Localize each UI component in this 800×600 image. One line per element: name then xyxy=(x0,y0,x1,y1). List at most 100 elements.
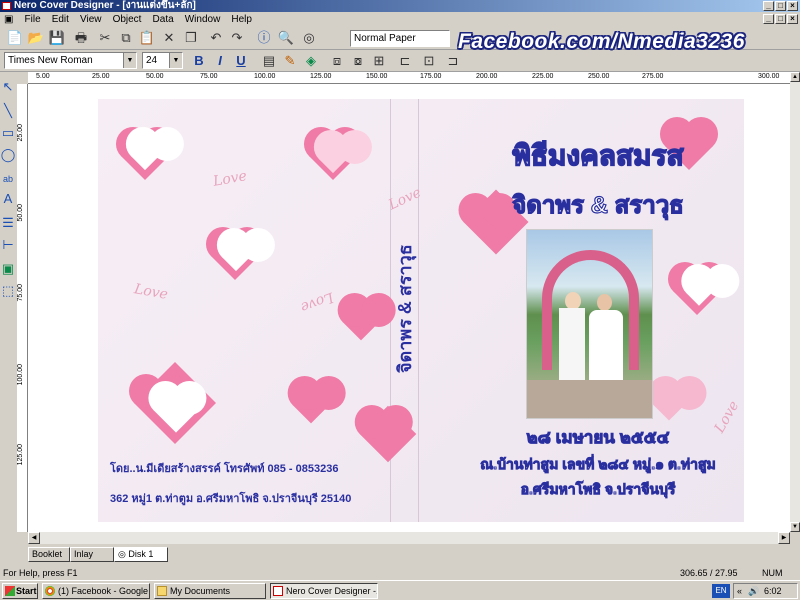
frame-tool-icon[interactable]: ⬚ xyxy=(0,282,16,300)
credit-line-1[interactable]: โดย..น.มีเดียสร้างสรรค์ โทรศัพท์ 085 - 0… xyxy=(110,459,390,477)
tab-label: Inlay xyxy=(74,549,94,559)
start-label: Start xyxy=(16,586,37,596)
chevron-down-icon[interactable]: ▼ xyxy=(123,53,136,68)
minimize-button[interactable]: _ xyxy=(763,1,774,11)
ruler-label: 250.00 xyxy=(588,73,610,80)
doc-close-button[interactable]: × xyxy=(787,14,798,24)
start-button[interactable]: Start xyxy=(2,583,38,599)
italic-button[interactable]: I xyxy=(211,52,229,70)
close-button[interactable]: × xyxy=(787,1,798,11)
windows-logo-icon xyxy=(5,586,15,596)
scroll-left-icon[interactable]: ◀ xyxy=(28,532,40,544)
open-icon[interactable]: 📂 xyxy=(27,29,45,47)
tab-disk-1[interactable]: ◎ Disk 1 xyxy=(114,547,168,562)
doc-icon[interactable]: ▣ xyxy=(0,13,17,27)
list-tool-icon[interactable]: ☰ xyxy=(0,214,16,232)
size-select[interactable]: 24 ▼ xyxy=(142,52,183,69)
ruler-label: 150.00 xyxy=(366,73,388,80)
wedding-address-2[interactable]: อ.ศรีมหาโพธิ จ.ปราจีนบุรี xyxy=(458,479,738,501)
menu-help[interactable]: Help xyxy=(227,13,256,27)
duplicate-icon[interactable]: ❐ xyxy=(182,29,200,47)
status-help: For Help, press F1 xyxy=(3,568,78,578)
wedding-address-1[interactable]: ณ.บ้านท่าสูม เลขที่ ๒๘๔ หมู่.๑ ต.ท่าสูม xyxy=(448,454,748,476)
speaker-icon[interactable]: 🔊 xyxy=(748,584,759,598)
scroll-down-icon[interactable]: ▼ xyxy=(790,522,800,532)
task-label: Nero Cover Designer -... xyxy=(286,586,378,596)
scroll-up-icon[interactable]: ▲ xyxy=(790,72,800,82)
status-bar: For Help, press F1 306.65 / 27.95 NUM xyxy=(0,566,800,580)
select-arrow-icon[interactable]: ↖ xyxy=(0,78,16,96)
task-facebook[interactable]: (1) Facebook - Google C... xyxy=(42,583,150,599)
copy-icon[interactable]: ⧉ xyxy=(117,29,135,47)
paste-icon[interactable]: 📋 xyxy=(138,29,156,47)
underline-button[interactable]: U xyxy=(232,52,250,70)
title-bar: Nero Cover Designer - [งานแต่งขึ้น+ลัก] … xyxy=(0,0,800,12)
save-icon[interactable]: 💾 xyxy=(48,29,66,47)
print-icon[interactable]: 🖶 xyxy=(72,29,90,47)
help-icon[interactable]: 🔍 xyxy=(277,29,295,47)
cut-icon[interactable]: ✂ xyxy=(96,29,114,47)
pencil-icon[interactable]: ✎ xyxy=(281,52,299,70)
chevron-down-icon[interactable]: ▼ xyxy=(169,53,182,68)
ellipse-tool-icon[interactable]: ◯ xyxy=(0,146,16,164)
task-my-documents[interactable]: My Documents xyxy=(154,583,266,599)
font-value: Times New Roman xyxy=(8,55,93,66)
tab-booklet[interactable]: Booklet xyxy=(28,547,70,562)
maximize-button[interactable]: □ xyxy=(775,1,786,11)
doc-minimize-button[interactable]: _ xyxy=(763,14,774,24)
horizontal-scrollbar[interactable]: ◀ ▶ xyxy=(28,532,790,544)
undo-icon[interactable]: ↶ xyxy=(207,29,225,47)
clock-time[interactable]: 6:02 PM xyxy=(764,584,797,600)
tree-tool-icon[interactable]: ⊢ xyxy=(0,236,16,254)
paper-select[interactable]: Normal Paper xyxy=(350,30,450,47)
ruler-label: 75.00 xyxy=(17,284,24,302)
doc-restore-button[interactable]: □ xyxy=(775,14,786,24)
disc-icon[interactable]: ◎ xyxy=(300,29,318,47)
redo-icon[interactable]: ↷ xyxy=(228,29,246,47)
wedding-photo[interactable] xyxy=(526,229,653,419)
menu-edit[interactable]: Edit xyxy=(48,13,73,27)
send-back-icon[interactable]: ⧇ xyxy=(349,52,367,70)
facebook-watermark: Facebook.com/Nmedia3236 xyxy=(458,30,745,53)
menu-window[interactable]: Window xyxy=(181,13,225,27)
rectangle-tool-icon[interactable]: ▭ xyxy=(0,124,16,142)
menu-view[interactable]: View xyxy=(76,13,106,27)
menu-object[interactable]: Object xyxy=(109,13,146,27)
group-icon[interactable]: ⊞ xyxy=(370,52,388,70)
wedding-date[interactable]: ๒๘ เมษายน ๒๕๕๔ xyxy=(458,424,738,451)
cover-title[interactable]: พิธีมงคลสมรส xyxy=(458,134,738,178)
menu-file[interactable]: File xyxy=(21,13,45,27)
font-select[interactable]: Times New Roman ▼ xyxy=(4,52,137,69)
text-box-icon[interactable]: ab xyxy=(0,170,16,188)
cover-canvas[interactable]: Love Love Love Love Love จิดาพร & สราวุธ… xyxy=(98,99,744,522)
vertical-scrollbar[interactable]: ▲ ▼ xyxy=(790,72,800,532)
info-icon[interactable]: ⓘ xyxy=(255,29,273,47)
fill-icon[interactable]: ◈ xyxy=(302,52,320,70)
new-icon[interactable]: 📄 xyxy=(6,29,24,47)
menu-data[interactable]: Data xyxy=(149,13,178,27)
tab-label: Booklet xyxy=(32,549,63,559)
align-icon[interactable]: ▤ xyxy=(260,52,278,70)
design-workspace[interactable]: Love Love Love Love Love จิดาพร & สราวุธ… xyxy=(28,84,790,532)
bring-front-icon[interactable]: ⧈ xyxy=(328,52,346,70)
text-tool-icon[interactable]: A xyxy=(0,190,16,208)
system-tray: « 🔊 6:02 PM xyxy=(733,583,798,599)
ruler-label: 50.00 xyxy=(146,73,164,80)
language-indicator[interactable]: EN xyxy=(712,584,730,598)
align-right-icon[interactable]: ⊐ xyxy=(444,52,462,70)
image-tool-icon[interactable]: ▣ xyxy=(0,260,16,278)
tab-inlay[interactable]: Inlay xyxy=(70,547,114,562)
delete-icon[interactable]: ✕ xyxy=(160,29,178,47)
line-tool-icon[interactable]: ╲ xyxy=(0,102,16,120)
align-left-icon[interactable]: ⊏ xyxy=(396,52,414,70)
align-center-icon[interactable]: ⊡ xyxy=(420,52,438,70)
spine-title[interactable]: จิดาพร & สราวุธ xyxy=(390,229,418,389)
credit-line-2[interactable]: 362 หมู่1 ต.ท่าตูม อ.ศรีมหาโพธิ จ.ปราจีน… xyxy=(110,489,390,507)
couple-names[interactable]: จิดาพร & สราวุธ xyxy=(458,185,738,224)
task-nero-cover-designer[interactable]: Nero Cover Designer -... xyxy=(270,583,378,599)
ruler-label: 200.00 xyxy=(476,73,498,80)
love-text: Love xyxy=(298,288,336,316)
bold-button[interactable]: B xyxy=(190,52,208,70)
scroll-right-icon[interactable]: ▶ xyxy=(778,532,790,544)
tray-expand-icon[interactable]: « xyxy=(737,584,742,598)
